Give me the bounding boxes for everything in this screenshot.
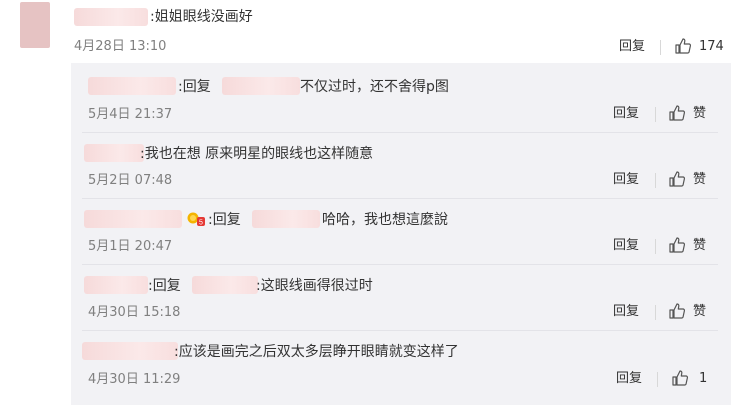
divider xyxy=(82,264,718,265)
commenter-name-blurred[interactable] xyxy=(74,8,148,26)
reply-text: 不仅过时，还不舍得p图 xyxy=(300,79,449,95)
like-count: 1 xyxy=(699,371,708,386)
reply-date: 5月4日 21:37 xyxy=(88,107,173,122)
reply-date: 4月30日 11:29 xyxy=(88,372,181,387)
top-reply-button[interactable]: 回复 xyxy=(619,39,645,55)
reply-text: 哈哈，我也想這麼說 xyxy=(322,212,448,228)
reply-prefix: :回复 xyxy=(178,79,211,95)
reply-button[interactable]: 回复 xyxy=(613,172,639,188)
reply-username-blurred[interactable] xyxy=(84,144,144,162)
reply-button[interactable]: 回复 xyxy=(616,371,642,387)
reply-button[interactable]: 回复 xyxy=(613,304,639,320)
mention-blurred[interactable] xyxy=(252,210,320,228)
reply-prefix: :回复 xyxy=(148,278,181,294)
reply-text: :应该是画完之后双太多层睁开眼睛就变这样了 xyxy=(174,344,459,360)
action-separator xyxy=(655,305,656,320)
reply-username-blurred[interactable] xyxy=(82,342,178,360)
top-like-count: 174 xyxy=(699,39,724,54)
thumbs-up-icon[interactable] xyxy=(668,170,686,188)
avatar[interactable] xyxy=(20,2,50,48)
like-label[interactable]: 赞 xyxy=(693,238,706,254)
divider xyxy=(82,132,718,133)
svg-text:5: 5 xyxy=(199,220,203,227)
thumbs-up-icon[interactable] xyxy=(668,104,686,122)
action-separator xyxy=(657,372,658,387)
mention-blurred[interactable] xyxy=(222,77,300,95)
reply-text: :这眼线画得很过时 xyxy=(256,278,373,294)
like-label[interactable]: 赞 xyxy=(693,106,706,122)
medal-badge-icon: 5 xyxy=(187,212,205,227)
divider xyxy=(82,198,718,199)
action-separator xyxy=(660,40,661,55)
like-label[interactable]: 赞 xyxy=(693,172,706,188)
divider xyxy=(82,330,718,331)
top-comment-text: :姐姐眼线没画好 xyxy=(150,9,253,25)
thumbs-up-icon[interactable] xyxy=(668,302,686,320)
thumbs-up-icon[interactable] xyxy=(668,236,686,254)
reply-button[interactable]: 回复 xyxy=(613,238,639,254)
reply-text: :我也在想 原来明星的眼线也这样随意 xyxy=(140,146,374,162)
thumbs-up-icon[interactable] xyxy=(674,37,692,55)
action-separator xyxy=(655,173,656,188)
reply-button[interactable]: 回复 xyxy=(613,106,639,122)
thumbs-up-icon[interactable] xyxy=(671,369,689,387)
mention-blurred[interactable] xyxy=(192,276,258,294)
reply-username-blurred[interactable] xyxy=(84,210,182,228)
reply-date: 5月1日 20:47 xyxy=(88,239,173,254)
like-label[interactable]: 赞 xyxy=(693,304,706,320)
reply-username-blurred[interactable] xyxy=(88,77,176,95)
reply-username-blurred[interactable] xyxy=(84,276,148,294)
reply-date: 4月30日 15:18 xyxy=(88,305,181,320)
action-separator xyxy=(655,107,656,122)
reply-date: 5月2日 07:48 xyxy=(88,173,173,188)
reply-prefix: :回复 xyxy=(208,212,241,228)
top-comment-date: 4月28日 13:10 xyxy=(74,39,167,54)
action-separator xyxy=(655,239,656,254)
